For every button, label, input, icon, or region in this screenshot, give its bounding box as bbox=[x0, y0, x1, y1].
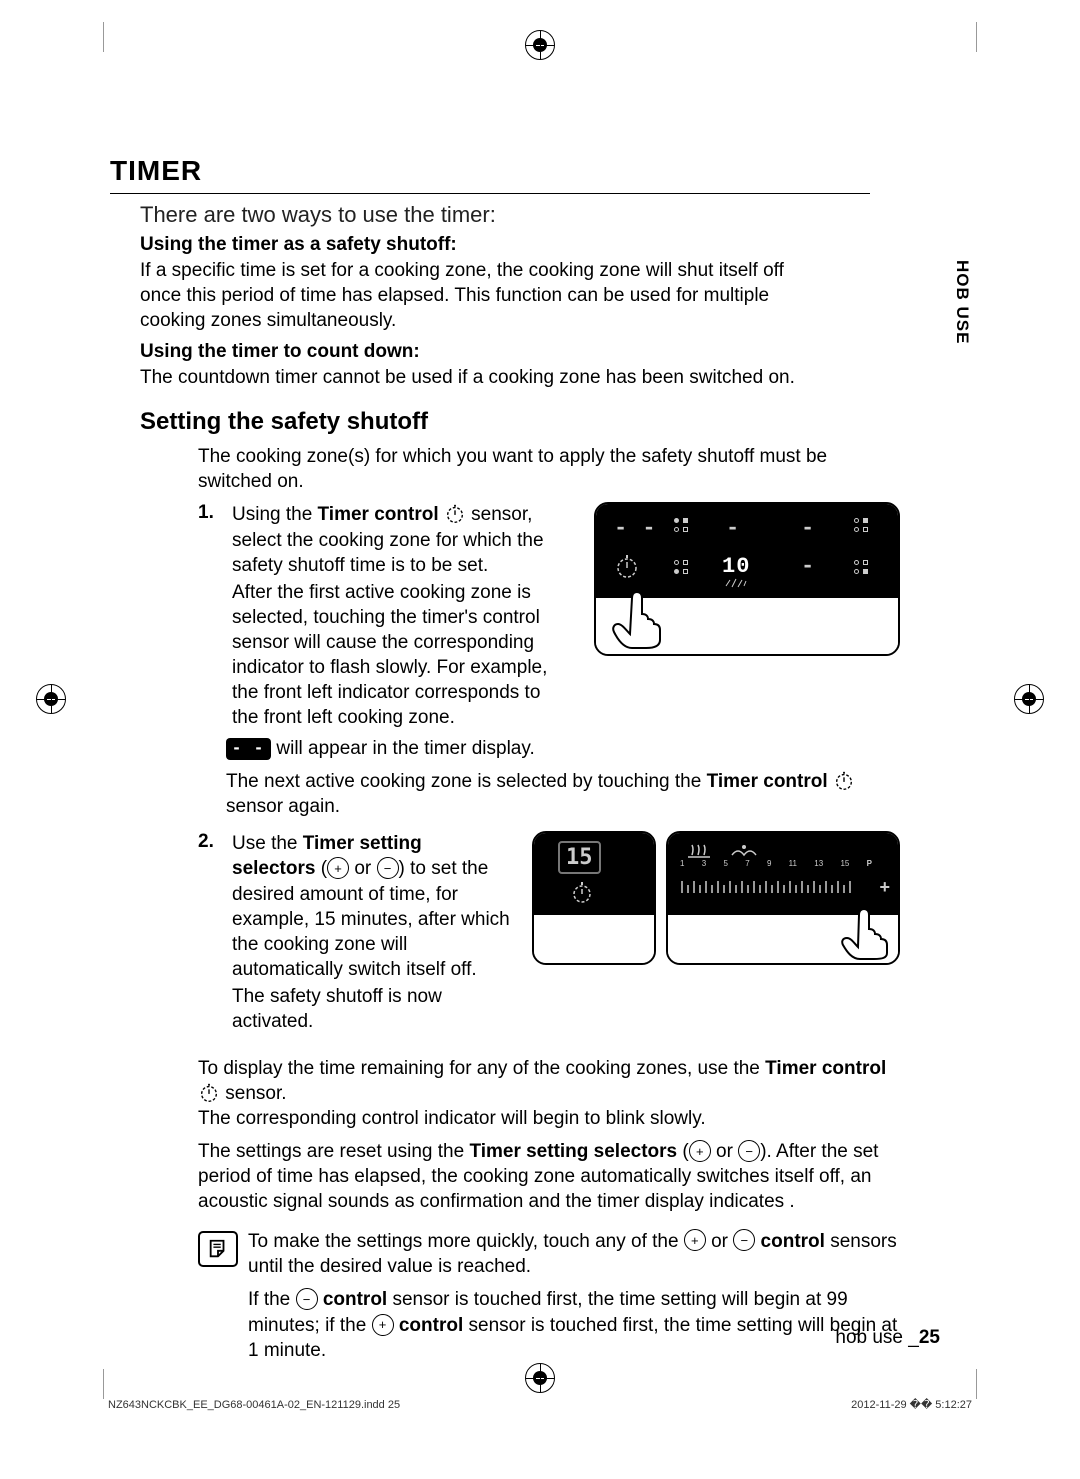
text: After the first active cooking zone is s… bbox=[232, 580, 572, 730]
zone-indicator-icon bbox=[854, 518, 869, 533]
text: The safety shutoff is now activated. bbox=[232, 984, 510, 1034]
text: or bbox=[349, 858, 376, 879]
registration-mark-icon bbox=[525, 1363, 555, 1393]
text: If the bbox=[248, 1289, 296, 1310]
minus-icon: − bbox=[733, 1229, 755, 1251]
zone-indicator-icon bbox=[674, 560, 689, 575]
body-text: If a specific time is set for a cooking … bbox=[140, 258, 820, 333]
text: will appear in the timer display. bbox=[271, 738, 535, 759]
step2-text: Use the Timer setting selectors (+ or −)… bbox=[232, 831, 510, 1034]
bold-text: control bbox=[761, 1231, 825, 1252]
hand-pointing-icon bbox=[832, 907, 894, 961]
registration-mark-icon bbox=[525, 30, 555, 60]
timer-display-badge: - - bbox=[226, 738, 271, 760]
plus-label: + bbox=[879, 877, 890, 898]
control-panel-illustration-1: - - - - 10 - bbox=[594, 502, 900, 656]
plus-icon: + bbox=[372, 1314, 394, 1336]
subheading-shutoff: Using the timer as a safety shutoff: bbox=[140, 234, 900, 256]
text: To display the time remaining for any of… bbox=[198, 1058, 765, 1079]
text: ( bbox=[677, 1141, 689, 1162]
zone-display: - bbox=[801, 516, 815, 541]
page-footer: hob use _25 bbox=[835, 1327, 940, 1349]
minus-icon: − bbox=[738, 1140, 760, 1162]
control-panel-illustration-2: 15 13579111315P bbox=[532, 831, 900, 965]
keep-warm-icon bbox=[730, 841, 758, 859]
zone-indicator-icon bbox=[674, 518, 689, 533]
minus-icon: − bbox=[296, 1288, 318, 1310]
timer-icon bbox=[198, 1082, 220, 1104]
plus-icon: + bbox=[684, 1229, 706, 1251]
intro-text: There are two ways to use the timer: bbox=[140, 202, 900, 228]
text: The next active cooking zone is selected… bbox=[226, 771, 707, 792]
step1-text: Using the Timer control sensor, select t… bbox=[232, 502, 572, 730]
note-line-1: To make the settings more quickly, touch… bbox=[248, 1229, 900, 1280]
step-number: 1. bbox=[198, 502, 222, 524]
print-timestamp: 2012-11-29 �� 5:12:27 bbox=[851, 1398, 972, 1411]
timer-display: - - bbox=[614, 516, 657, 541]
step-number: 2. bbox=[198, 831, 222, 853]
crop-mark-icon bbox=[103, 1369, 104, 1399]
page-title: TIMER bbox=[110, 155, 870, 194]
bold-text: Timer control bbox=[318, 504, 439, 525]
text: sensor. bbox=[220, 1083, 287, 1104]
timer-icon bbox=[833, 770, 855, 792]
text: ( bbox=[315, 858, 327, 879]
zone-display: 10 bbox=[722, 554, 750, 579]
registration-mark-icon bbox=[36, 684, 66, 714]
print-filename: NZ643NCKCBK_EE_DG68-00461A-02_EN-121129.… bbox=[108, 1399, 400, 1411]
plus-icon: + bbox=[689, 1140, 711, 1162]
crop-mark-icon bbox=[103, 22, 104, 52]
hand-pointing-icon bbox=[602, 590, 672, 650]
bold-text: Timer setting selectors bbox=[469, 1141, 677, 1162]
timer-icon bbox=[570, 881, 594, 905]
text: or bbox=[711, 1141, 738, 1162]
subheading-countdown: Using the timer to count down: bbox=[140, 341, 900, 363]
registration-mark-icon bbox=[1014, 684, 1044, 714]
bold-text: Timer control bbox=[707, 771, 828, 792]
text: The settings are reset using the bbox=[198, 1141, 469, 1162]
minus-icon: − bbox=[377, 857, 399, 879]
glow-icon bbox=[724, 578, 748, 588]
zone-display: - bbox=[726, 516, 740, 541]
text: sensor again. bbox=[226, 796, 340, 817]
text: To make the settings more quickly, touch… bbox=[248, 1231, 684, 1252]
bold-text: Timer control bbox=[765, 1058, 886, 1079]
side-tab-label: HOB USE bbox=[952, 260, 972, 344]
zone-display: - bbox=[801, 554, 815, 579]
slider-labels: 13579111315P bbox=[680, 859, 872, 868]
zone-indicator-icon bbox=[854, 560, 869, 575]
slider-scale-icon bbox=[680, 875, 900, 897]
timer-display: 15 bbox=[566, 845, 593, 870]
text: Use the bbox=[232, 833, 303, 854]
section-intro: The cooking zone(s) for which you want t… bbox=[198, 444, 838, 494]
after-text-1: To display the time remaining for any of… bbox=[198, 1056, 900, 1131]
note-icon bbox=[198, 1231, 238, 1267]
heat-icon bbox=[688, 841, 714, 859]
text: or bbox=[706, 1231, 733, 1252]
timer-icon bbox=[614, 554, 640, 580]
note-line-2: If the − control sensor is touched first… bbox=[248, 1287, 900, 1363]
bold-text: control bbox=[399, 1315, 463, 1336]
after-text-2: The settings are reset using the Timer s… bbox=[198, 1139, 900, 1214]
step1-sub-text2: The next active cooking zone is selected… bbox=[226, 769, 900, 819]
plus-icon: + bbox=[327, 857, 349, 879]
section-heading: Setting the safety shutoff bbox=[140, 408, 900, 436]
note-block: To make the settings more quickly, touch… bbox=[198, 1229, 900, 1364]
crop-mark-icon bbox=[976, 22, 977, 52]
crop-mark-icon bbox=[976, 1369, 977, 1399]
body-text: The countdown timer cannot be used if a … bbox=[140, 365, 820, 390]
timer-icon bbox=[444, 503, 466, 525]
bold-text: control bbox=[323, 1289, 387, 1310]
text: Using the bbox=[232, 504, 318, 525]
page-number: 25 bbox=[919, 1327, 940, 1348]
footer-label: hob use _ bbox=[835, 1327, 918, 1348]
text: The corresponding control indicator will… bbox=[198, 1106, 900, 1131]
step1-sub-text: - - will appear in the timer display. bbox=[226, 736, 900, 761]
